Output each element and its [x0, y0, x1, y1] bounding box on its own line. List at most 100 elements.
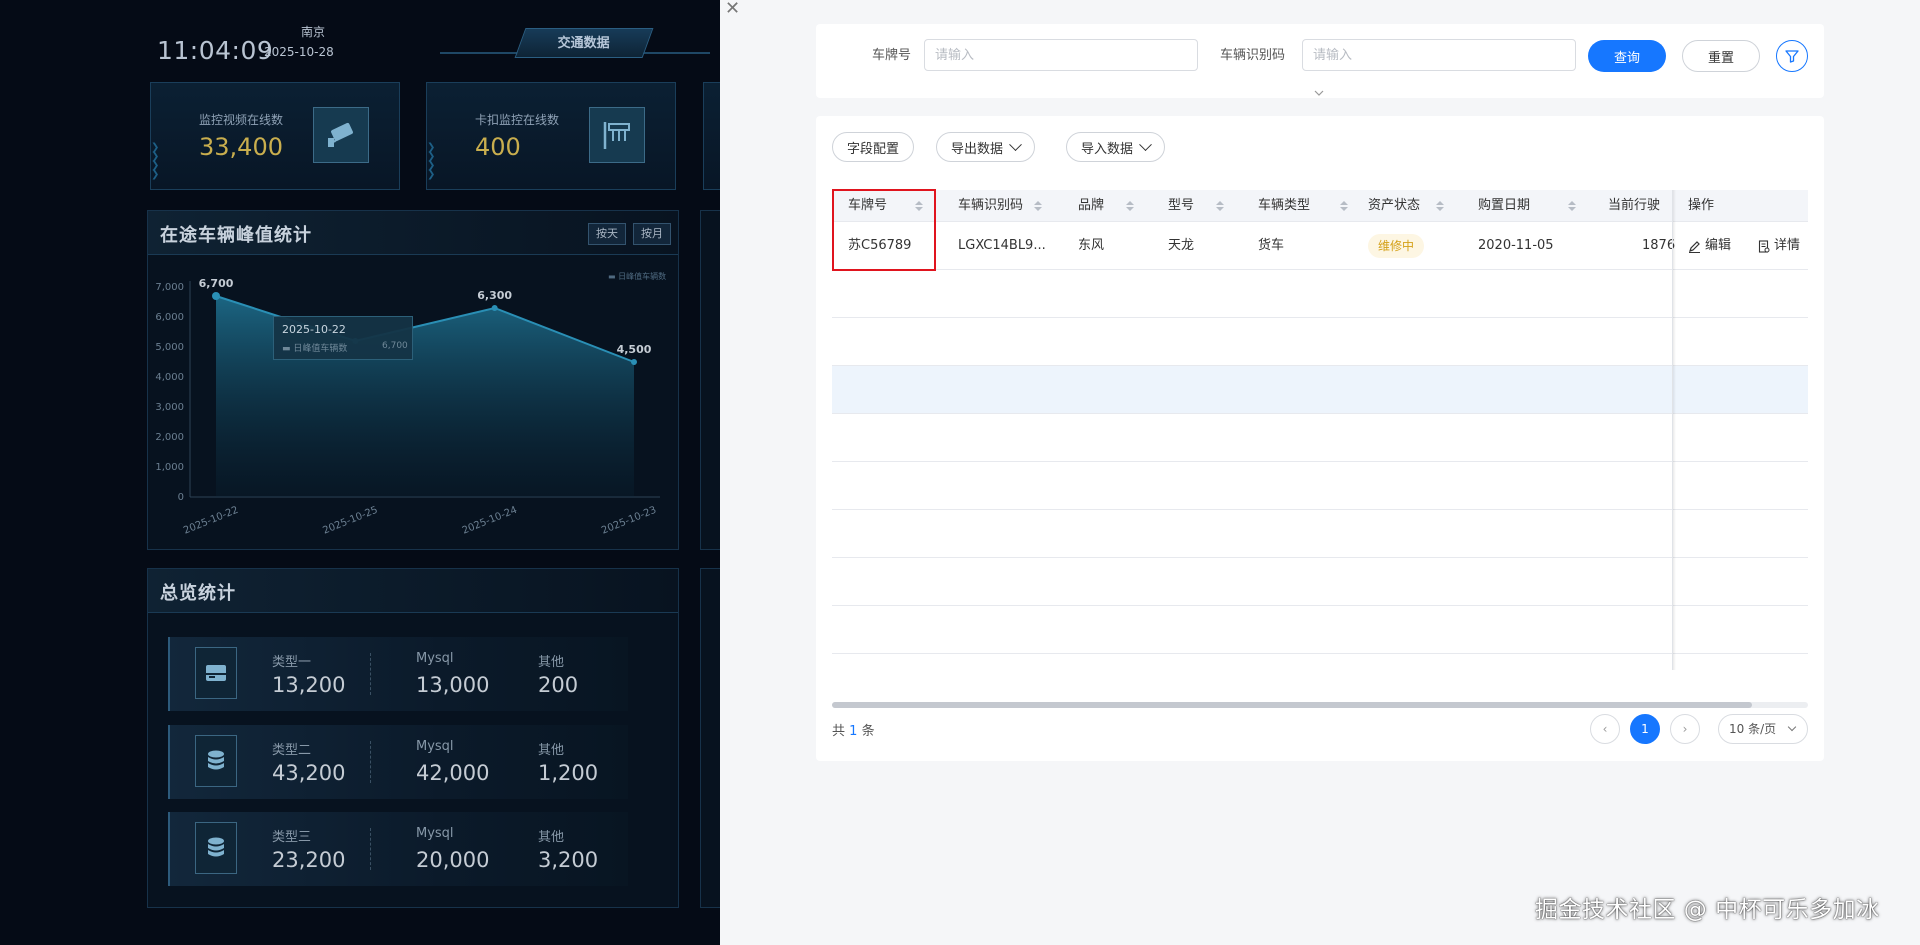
column-header[interactable]: 型号 — [1168, 190, 1194, 222]
y-tick-label: 2,000 — [155, 432, 184, 443]
y-tick-label: 6,000 — [155, 312, 184, 323]
next-page-button[interactable]: › — [1670, 714, 1700, 744]
query-button[interactable]: 查询 — [1588, 40, 1666, 72]
fixed-action-column: 操作 编辑 详情 — [1674, 190, 1808, 670]
cell-brand: 东风 — [1078, 238, 1105, 253]
divider — [370, 741, 371, 783]
sort-icon[interactable] — [1568, 201, 1576, 213]
column-header: 操作 — [1688, 198, 1715, 213]
tab-traffic-data[interactable]: 交通数据 — [514, 28, 654, 58]
plate-input[interactable] — [924, 39, 1198, 71]
plate-label: 车牌号 — [872, 48, 912, 63]
column-header[interactable]: 车辆类型 — [1258, 190, 1310, 222]
stat-value: 200 — [538, 673, 579, 697]
column-header[interactable]: 购置日期 — [1478, 190, 1530, 222]
stat-value: 13,000 — [416, 673, 490, 697]
total-count: 共 1 条 — [832, 724, 875, 739]
data-label: 6,700 — [199, 277, 234, 290]
vin-label: 车辆识别码 — [1220, 48, 1286, 63]
y-tick-label: 0 — [178, 492, 184, 503]
column-header[interactable]: 车牌号 — [848, 190, 887, 222]
tooltip-series: ▬ 日峰值车辆数 — [282, 344, 348, 354]
sort-icon[interactable] — [1034, 201, 1042, 213]
vin-input[interactable] — [1302, 39, 1576, 71]
database-icon — [195, 822, 237, 874]
kpi-card-checkpoint: ❯ ❯ ❯ ❯ 卡扣监控在线数 400 — [426, 82, 676, 190]
stat-label: Mysql — [416, 826, 454, 841]
scrollbar-thumb[interactable] — [832, 702, 1752, 708]
divider — [370, 653, 371, 695]
overview-panel: 总览统计 类型一 13,200 Mysql 13,000 其他 200 类型二 … — [147, 568, 679, 908]
detail-link[interactable]: 详情 — [1758, 222, 1800, 270]
stat-label: Mysql — [416, 651, 454, 666]
stat-value: 13,200 — [272, 673, 346, 697]
stat-row: 类型三 23,200 Mysql 20,000 其他 3,200 — [168, 812, 628, 886]
by-month-button[interactable]: 按月 — [633, 223, 671, 245]
sort-icon[interactable] — [1126, 201, 1134, 213]
y-tick-label: 7,000 — [155, 282, 184, 293]
export-button[interactable]: 导出数据 — [936, 132, 1036, 162]
stat-value: 20,000 — [416, 848, 490, 872]
table-row — [832, 462, 1808, 510]
stat-label: 类型三 — [272, 830, 312, 845]
cell-plate: 苏C56789 — [848, 238, 912, 253]
cell-vehicle-type: 货车 — [1258, 238, 1285, 253]
x-tick-label: 2025-10-24 — [461, 505, 519, 537]
page-1-button[interactable]: 1 — [1630, 714, 1660, 744]
chevron-down-icon[interactable] — [1312, 86, 1326, 100]
fixed-column-divider — [1672, 190, 1676, 670]
divider — [370, 828, 371, 870]
data-table: 车牌号 车辆识别码 品牌 型号 车辆类型 资产状态 购置日期 当前行驶 苏C56… — [832, 190, 1808, 670]
city-label: 南京 — [301, 25, 326, 39]
kpi-label: 监控视频在线数 — [199, 113, 284, 127]
filter-icon — [1785, 50, 1799, 63]
column-header[interactable]: 品牌 — [1078, 190, 1104, 222]
camera-icon — [313, 107, 369, 163]
chevron-down-icon — [1139, 137, 1152, 151]
table-row[interactable]: 苏C56789 LGXC14BL9... 东风 天龙 货车 维修中 2020-1… — [832, 222, 1808, 270]
y-tick-label: 4,000 — [155, 372, 184, 383]
column-header[interactable]: 当前行驶 — [1608, 190, 1672, 222]
stat-label: 类型二 — [272, 743, 312, 758]
kpi-card-partial — [703, 82, 720, 190]
y-tick-label: 1,000 — [155, 462, 184, 473]
by-day-button[interactable]: 按天 — [588, 223, 626, 245]
table-row — [832, 270, 1808, 318]
sort-icon[interactable] — [1436, 201, 1444, 213]
table-header: 操作 — [1674, 190, 1808, 222]
table-row — [832, 606, 1808, 654]
import-button[interactable]: 导入数据 — [1066, 132, 1166, 162]
sort-icon[interactable] — [915, 201, 923, 213]
stat-value: 1,200 — [538, 761, 599, 785]
edit-link[interactable]: 编辑 — [1688, 222, 1731, 270]
prev-page-button[interactable]: ‹ — [1590, 714, 1620, 744]
tooltip-date: 2025-10-22 — [282, 323, 346, 336]
data-point — [631, 359, 637, 365]
field-config-button[interactable]: 字段配置 — [832, 132, 915, 162]
page-size-select[interactable]: 10 条/页 — [1718, 714, 1808, 744]
column-header[interactable]: 资产状态 — [1368, 190, 1420, 222]
column-header[interactable]: 车辆识别码 — [958, 190, 1023, 222]
chevron-decoration: ❯ ❯ ❯ ❯ — [427, 142, 436, 180]
x-tick-label: 2025-10-25 — [321, 505, 379, 537]
table-card: 字段配置 导出数据 导入数据 车牌号 车辆识别码 品牌 型号 车辆类型 资产状态… — [816, 116, 1824, 761]
stat-label: 其他 — [538, 830, 565, 845]
horizontal-scrollbar[interactable] — [832, 702, 1808, 708]
stat-row: 类型一 13,200 Mysql 13,000 其他 200 — [168, 637, 628, 711]
sort-icon[interactable] — [1340, 201, 1348, 213]
adjacent-panel — [700, 210, 720, 550]
stat-label: 其他 — [538, 743, 565, 758]
data-point — [491, 305, 498, 311]
reset-button[interactable]: 重置 — [1682, 40, 1760, 72]
stat-value: 43,200 — [272, 761, 346, 785]
database-icon — [195, 735, 237, 787]
close-icon[interactable]: ✕ — [725, 0, 743, 18]
stat-value: 3,200 — [538, 848, 599, 872]
table-header: 车牌号 车辆识别码 品牌 型号 车辆类型 资产状态 购置日期 当前行驶 — [832, 190, 1808, 222]
gate-icon — [589, 107, 645, 163]
chevron-decoration: ❯ ❯ ❯ ❯ — [151, 142, 160, 180]
sort-icon[interactable] — [1216, 201, 1224, 213]
filter-button[interactable] — [1776, 40, 1808, 72]
kpi-value: 33,400 — [199, 133, 283, 161]
stat-row: 类型二 43,200 Mysql 42,000 其他 1,200 — [168, 725, 628, 799]
